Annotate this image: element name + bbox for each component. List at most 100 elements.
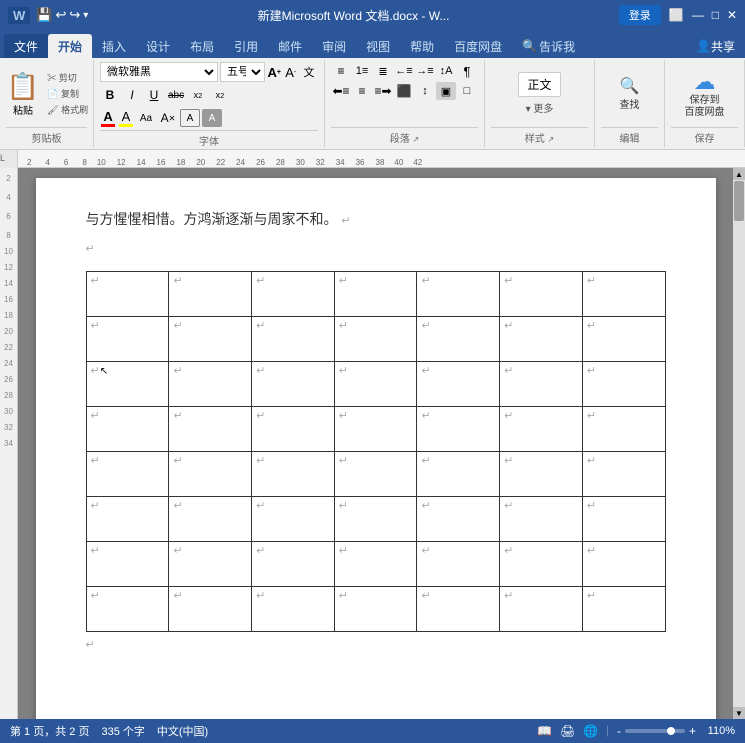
- charborder-button[interactable]: A: [180, 109, 200, 127]
- table-cell[interactable]: ↵: [252, 496, 335, 541]
- ribbon-toggle-icon[interactable]: ⬜: [669, 8, 684, 22]
- table-cell[interactable]: ↵: [500, 406, 583, 451]
- table-cell[interactable]: ↵: [169, 496, 252, 541]
- table-cell[interactable]: ↵: [86, 271, 169, 316]
- sort-button[interactable]: ↕A: [436, 62, 456, 80]
- find-button[interactable]: 🔍 查找: [612, 73, 648, 114]
- decrease-indent-button[interactable]: ←≡: [394, 62, 414, 80]
- shading-button[interactable]: ▣: [436, 82, 456, 100]
- tab-tell[interactable]: 🔍告诉我: [512, 34, 585, 58]
- superscript-button[interactable]: x2: [210, 86, 230, 104]
- login-button[interactable]: 登录: [619, 5, 661, 25]
- style-expand-icon[interactable]: ↗: [548, 135, 555, 144]
- tab-mailings[interactable]: 邮件: [268, 34, 312, 58]
- border-button[interactable]: □: [457, 82, 477, 100]
- table-cell[interactable]: ↵: [169, 586, 252, 631]
- table-cell[interactable]: ↵: [500, 496, 583, 541]
- table-cell[interactable]: ↵↖: [86, 361, 169, 406]
- save-baidu-button[interactable]: ☁ 保存到百度网盘: [680, 66, 730, 122]
- table-cell[interactable]: ↵: [417, 271, 500, 316]
- table-cell[interactable]: ↵: [582, 316, 665, 361]
- web-view-icon[interactable]: 🌐: [583, 724, 598, 738]
- table-cell[interactable]: ↵: [417, 586, 500, 631]
- minimize-button[interactable]: —: [692, 8, 704, 22]
- linespace-button[interactable]: ↕: [415, 82, 435, 100]
- zoom-control[interactable]: - + 110%: [617, 724, 735, 738]
- table-cell[interactable]: ↵: [334, 406, 417, 451]
- style-normal[interactable]: 正文: [518, 72, 560, 97]
- increase-indent-button[interactable]: →≡: [415, 62, 435, 80]
- maximize-button[interactable]: □: [712, 8, 719, 22]
- redo-qa-icon[interactable]: ↪: [69, 7, 80, 23]
- vertical-scrollbar[interactable]: ▲ ▼: [733, 168, 745, 719]
- table-cell[interactable]: ↵: [417, 406, 500, 451]
- table-cell[interactable]: ↵: [252, 271, 335, 316]
- align-left-button[interactable]: ⬅≡: [331, 82, 351, 100]
- table-cell[interactable]: ↵: [582, 496, 665, 541]
- numbering-button[interactable]: 1≡: [352, 62, 372, 80]
- bullets-button[interactable]: ≡: [331, 62, 351, 80]
- document-page[interactable]: 与方惺惺相惜。方鸿渐逐渐与周家不和。 ↵ ↵ ↵ ↵ ↵ ↵ ↵ ↵ ↵: [36, 178, 716, 719]
- undo-qa-icon[interactable]: ↩: [55, 7, 66, 23]
- align-right-button[interactable]: ≡➡: [373, 82, 393, 100]
- table-cell[interactable]: ↵: [500, 541, 583, 586]
- multilevel-button[interactable]: ≣: [373, 62, 393, 80]
- table-cell[interactable]: ↵: [334, 586, 417, 631]
- table-cell[interactable]: ↵: [252, 541, 335, 586]
- format-painter-button[interactable]: 🖌 格式刷: [45, 102, 90, 117]
- fontsize-down-button[interactable]: A-: [283, 64, 297, 80]
- table-cell[interactable]: ↵: [86, 586, 169, 631]
- table-cell[interactable]: ↵: [500, 586, 583, 631]
- copy-button[interactable]: 📄 复制: [45, 86, 90, 101]
- style-more-button[interactable]: ▾ 更多: [526, 100, 554, 115]
- table-cell[interactable]: ↵: [582, 586, 665, 631]
- font-color-btn[interactable]: A: [100, 108, 116, 128]
- para-expand-icon[interactable]: ↗: [413, 135, 420, 144]
- tab-insert[interactable]: 插入: [92, 34, 136, 58]
- tab-baidu[interactable]: 百度网盘: [444, 34, 512, 58]
- table-cell[interactable]: ↵: [252, 316, 335, 361]
- table-cell[interactable]: ↵: [252, 361, 335, 406]
- tab-review[interactable]: 审阅: [312, 34, 356, 58]
- align-center-button[interactable]: ≡: [352, 82, 372, 100]
- table-cell[interactable]: ↵: [252, 586, 335, 631]
- tab-references[interactable]: 引用: [224, 34, 268, 58]
- phonetic-button[interactable]: 文: [300, 63, 318, 81]
- tab-home[interactable]: 开始: [48, 34, 92, 58]
- table-cell[interactable]: ↵: [500, 271, 583, 316]
- read-view-icon[interactable]: 📖: [537, 724, 552, 738]
- table-cell[interactable]: ↵: [169, 451, 252, 496]
- clearformat-button[interactable]: A✕: [158, 109, 178, 127]
- table-cell[interactable]: ↵: [334, 361, 417, 406]
- scroll-up-button[interactable]: ▲: [733, 168, 745, 180]
- zoom-out-button[interactable]: -: [617, 724, 621, 738]
- table-cell[interactable]: ↵: [169, 541, 252, 586]
- tab-share[interactable]: 👤共享: [686, 34, 745, 58]
- table-cell[interactable]: ↵: [417, 496, 500, 541]
- table-cell[interactable]: ↵: [417, 361, 500, 406]
- tab-view[interactable]: 视图: [356, 34, 400, 58]
- fontsize-up-button[interactable]: A+: [267, 64, 281, 80]
- tab-layout[interactable]: 布局: [180, 34, 224, 58]
- table-cell[interactable]: ↵: [86, 496, 169, 541]
- cut-button[interactable]: ✂ 剪切: [45, 70, 90, 85]
- highlight-btn[interactable]: A: [118, 108, 134, 128]
- table-cell[interactable]: ↵: [334, 496, 417, 541]
- charshading-button[interactable]: A: [202, 109, 222, 127]
- tab-design[interactable]: 设计: [136, 34, 180, 58]
- table-cell[interactable]: ↵: [252, 451, 335, 496]
- table-cell[interactable]: ↵: [334, 451, 417, 496]
- table-cell[interactable]: ↵: [417, 316, 500, 361]
- tab-file[interactable]: 文件: [4, 34, 48, 58]
- paste-button[interactable]: 📋 粘贴: [3, 69, 43, 119]
- table-cell[interactable]: ↵: [334, 271, 417, 316]
- table-cell[interactable]: ↵: [582, 406, 665, 451]
- ruler-corner[interactable]: L: [0, 150, 18, 168]
- table-cell[interactable]: ↵: [417, 451, 500, 496]
- charcase-button[interactable]: Aa: [136, 109, 156, 127]
- show-para-button[interactable]: ¶: [457, 62, 477, 80]
- bold-button[interactable]: B: [100, 86, 120, 104]
- table-cell[interactable]: ↵: [334, 316, 417, 361]
- table-cell[interactable]: ↵: [169, 271, 252, 316]
- table-cell[interactable]: ↵: [582, 361, 665, 406]
